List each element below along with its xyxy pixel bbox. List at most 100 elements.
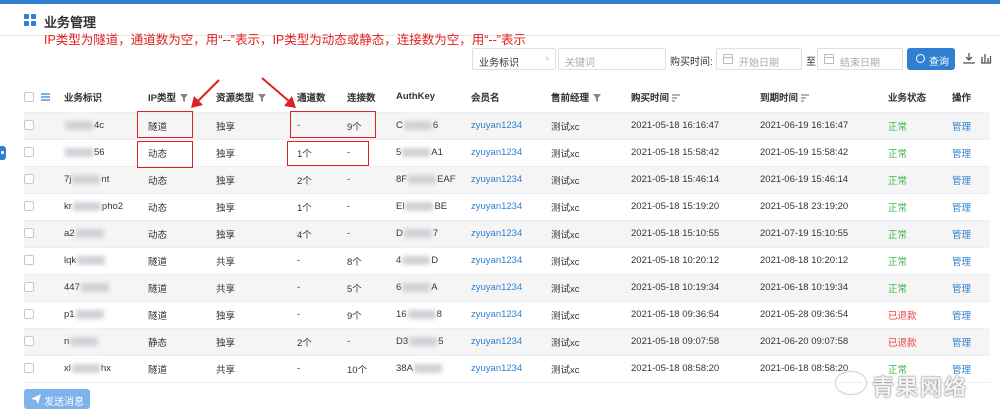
cell-action: 管理: [952, 220, 990, 248]
end-date-input[interactable]: 结束日期: [817, 48, 903, 70]
cell-status: 正常: [888, 193, 952, 221]
cell-expire-time: 2021-06-18 10:19:34: [760, 274, 888, 302]
redacted-mask: [403, 120, 432, 130]
business-id-prefix: 7j: [64, 174, 72, 185]
col-manager[interactable]: 售前经理: [551, 82, 631, 113]
row-checkbox[interactable]: [24, 174, 34, 185]
cell-manager: 测试xc: [551, 193, 631, 221]
member-link[interactable]: zyuyan1234: [471, 363, 522, 374]
member-link[interactable]: zyuyan1234: [471, 201, 522, 212]
row-checkbox[interactable]: [24, 309, 34, 320]
cell-status: 已退款: [888, 301, 952, 329]
authkey-suffix: BE: [434, 201, 448, 212]
cell-resource-type: 独享: [216, 301, 297, 329]
row-checkbox[interactable]: [24, 201, 34, 212]
redacted-mask: [77, 255, 106, 265]
watermark-logo: [836, 372, 866, 394]
cell-buy-time: 2021-05-18 15:46:14: [631, 166, 760, 194]
cell-buy-time: 2021-05-18 16:16:47: [631, 112, 760, 140]
header-select: [24, 82, 64, 113]
redacted-mask: [75, 228, 104, 238]
cell-connections: -: [347, 193, 396, 221]
member-link[interactable]: zyuyan1234: [471, 228, 522, 239]
cell-authkey: 16 8: [396, 301, 471, 329]
cell-authkey: 38A: [396, 355, 471, 383]
col-expire-time-label: 到期时间: [760, 92, 799, 104]
select-all-checkbox[interactable]: [24, 91, 34, 102]
download-icon[interactable]: [963, 52, 975, 64]
manage-link[interactable]: 管理: [952, 149, 971, 160]
send-message-button[interactable]: 发送消息: [24, 389, 90, 409]
cell-channels: 1个: [297, 193, 347, 221]
sort-icon[interactable]: [672, 94, 681, 102]
manage-link[interactable]: 管理: [952, 311, 971, 322]
member-link[interactable]: zyuyan1234: [471, 336, 522, 347]
column-settings-icon[interactable]: [980, 52, 992, 64]
manage-link[interactable]: 管理: [952, 257, 971, 268]
member-link[interactable]: zyuyan1234: [471, 174, 522, 185]
sidebar-toggle-handle[interactable]: [0, 146, 6, 160]
col-ip-type-label: IP类型: [148, 92, 176, 104]
query-button[interactable]: 查询: [907, 48, 955, 70]
member-link[interactable]: zyuyan1234: [471, 309, 522, 320]
authkey-prefix: 8F: [396, 174, 408, 185]
row-checkbox[interactable]: [24, 147, 34, 158]
filter-icon[interactable]: [593, 94, 602, 103]
row-select: [24, 112, 64, 140]
row-checkbox[interactable]: [24, 282, 34, 293]
cell-expire-time: 2021-06-19 15:46:14: [760, 166, 888, 194]
member-link[interactable]: zyuyan1234: [471, 282, 522, 293]
row-select: [24, 247, 64, 275]
cell-business-id: kr pho2: [64, 193, 148, 221]
manage-link[interactable]: 管理: [952, 122, 971, 133]
authkey-prefix: 4: [396, 255, 402, 266]
business-id-prefix: p1: [64, 309, 75, 320]
keyword-input[interactable]: 关键词: [558, 48, 666, 70]
authkey-prefix: 38A: [396, 363, 413, 374]
cell-authkey: C6: [396, 112, 471, 140]
row-checkbox[interactable]: [24, 228, 34, 239]
member-link[interactable]: zyuyan1234: [471, 255, 522, 266]
table-row: 7j nt 动态 独享 2个 -8F EAF zyuyan1234 测试xc 2021-05-18…: [24, 166, 990, 194]
manage-link[interactable]: 管理: [952, 284, 971, 295]
sort-icon[interactable]: [801, 94, 810, 102]
grid-icon: [24, 14, 36, 26]
manage-link[interactable]: 管理: [952, 203, 971, 214]
search-field-select[interactable]: 业务标识 ›: [472, 48, 556, 70]
cell-member: zyuyan1234: [471, 274, 551, 302]
cell-business-id: 56: [64, 139, 148, 167]
cell-status: 正常: [888, 247, 952, 275]
redacted-mask: [409, 336, 438, 346]
date-range-to-label: 至: [806, 57, 816, 68]
manage-link[interactable]: 管理: [952, 338, 971, 349]
cell-channels: -: [297, 301, 347, 329]
table-row: p1 隧道 独享 -9个 16 8 zyuyan1234 测试xc 2021-05-18 09:…: [24, 301, 990, 329]
row-checkbox[interactable]: [24, 363, 34, 374]
cell-buy-time: 2021-05-18 09:36:54: [631, 301, 760, 329]
cell-member: zyuyan1234: [471, 220, 551, 248]
col-manager-label: 售前经理: [551, 92, 590, 104]
business-id-suffix: pho2: [101, 201, 124, 212]
manage-link[interactable]: 管理: [952, 230, 971, 241]
cell-channels: 2个: [297, 328, 347, 356]
member-link[interactable]: zyuyan1234: [471, 147, 522, 158]
cell-manager: 测试xc: [551, 301, 631, 329]
start-date-input[interactable]: 开始日期: [716, 48, 802, 70]
member-link[interactable]: zyuyan1234: [471, 120, 522, 131]
cell-expire-time: 2021-07-19 15:10:55: [760, 220, 888, 248]
authkey-prefix: 16: [396, 309, 407, 320]
col-buy-time[interactable]: 购买时间: [631, 82, 760, 113]
redacted-mask: [75, 309, 104, 319]
cell-action: 管理: [952, 247, 990, 275]
row-checkbox[interactable]: [24, 336, 34, 347]
row-checkbox[interactable]: [24, 255, 34, 266]
cell-buy-time: 2021-05-18 15:58:42: [631, 139, 760, 167]
row-select: [24, 166, 64, 194]
row-checkbox[interactable]: [24, 120, 34, 131]
cell-manager: 测试xc: [551, 112, 631, 140]
manage-link[interactable]: 管理: [952, 176, 971, 187]
redacted-mask: [80, 282, 109, 292]
col-expire-time[interactable]: 到期时间: [760, 82, 888, 113]
row-select: [24, 328, 64, 356]
cell-connections: 5个: [347, 274, 396, 302]
